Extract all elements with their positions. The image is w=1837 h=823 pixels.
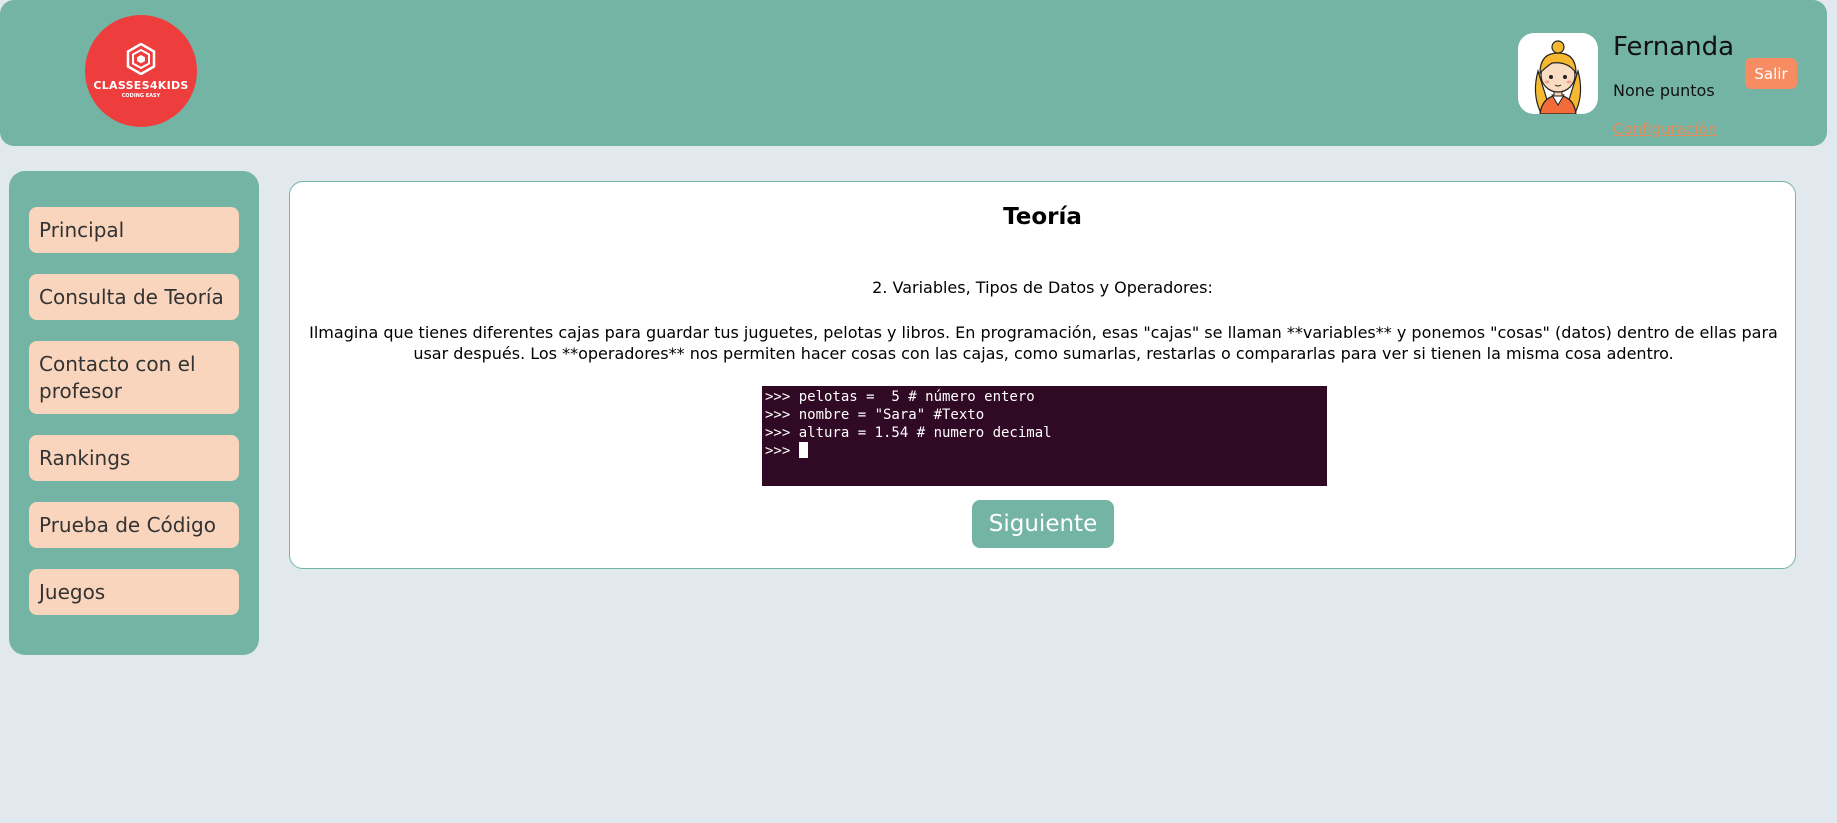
logo-text: CLASSES4KIDS: [93, 79, 189, 92]
hexagon-logo-icon: [126, 43, 156, 75]
top-header: CLASSES4KIDS CODING EASY Fernanda None p…: [0, 0, 1827, 146]
sidebar-item-consulta-teoria[interactable]: Consulta de Teoría: [29, 274, 239, 320]
next-button[interactable]: Siguiente: [972, 500, 1114, 548]
lesson-paragraph: Ilmagina que tienes diferentes cajas par…: [309, 323, 1778, 363]
sidebar-item-rankings[interactable]: Rankings: [29, 435, 239, 481]
logout-button[interactable]: Salir: [1745, 58, 1797, 89]
terminal-cursor: [798, 442, 808, 458]
theory-panel: Teoría 2. Variables, Tipos de Datos y Op…: [289, 181, 1796, 569]
girl-avatar-icon: [1534, 40, 1582, 114]
sidebar-item-prueba-codigo[interactable]: Prueba de Código: [29, 502, 239, 548]
terminal-prompt: >>>: [765, 443, 799, 459]
sidebar-nav: Principal Consulta de Teoría Contacto co…: [9, 171, 259, 655]
logo-tagline: CODING EASY: [121, 93, 161, 99]
terminal-prompt-line: >>>: [765, 442, 1323, 460]
sidebar-item-principal[interactable]: Principal: [29, 207, 239, 253]
classes4kids-logo[interactable]: CLASSES4KIDS CODING EASY: [85, 15, 197, 127]
code-terminal-image: >>> pelotas = 5 # número entero >>> nomb…: [762, 386, 1327, 486]
user-points: None puntos: [1613, 81, 1715, 100]
user-avatar: [1518, 33, 1598, 114]
terminal-line: >>> altura = 1.54 # numero decimal: [765, 425, 1052, 441]
settings-link[interactable]: Configuración: [1613, 120, 1717, 138]
page-title: Teoría: [1003, 204, 1082, 230]
lesson-subtitle: 2. Variables, Tipos de Datos y Operadore…: [872, 278, 1213, 297]
user-name: Fernanda: [1613, 32, 1735, 62]
sidebar-item-juegos[interactable]: Juegos: [29, 569, 239, 615]
sidebar-item-contacto-profesor[interactable]: Contacto con el profesor: [29, 341, 239, 414]
terminal-line: >>> nombre = "Sara" #Texto: [765, 407, 985, 423]
terminal-line: >>> pelotas = 5 # número entero: [765, 389, 1035, 405]
